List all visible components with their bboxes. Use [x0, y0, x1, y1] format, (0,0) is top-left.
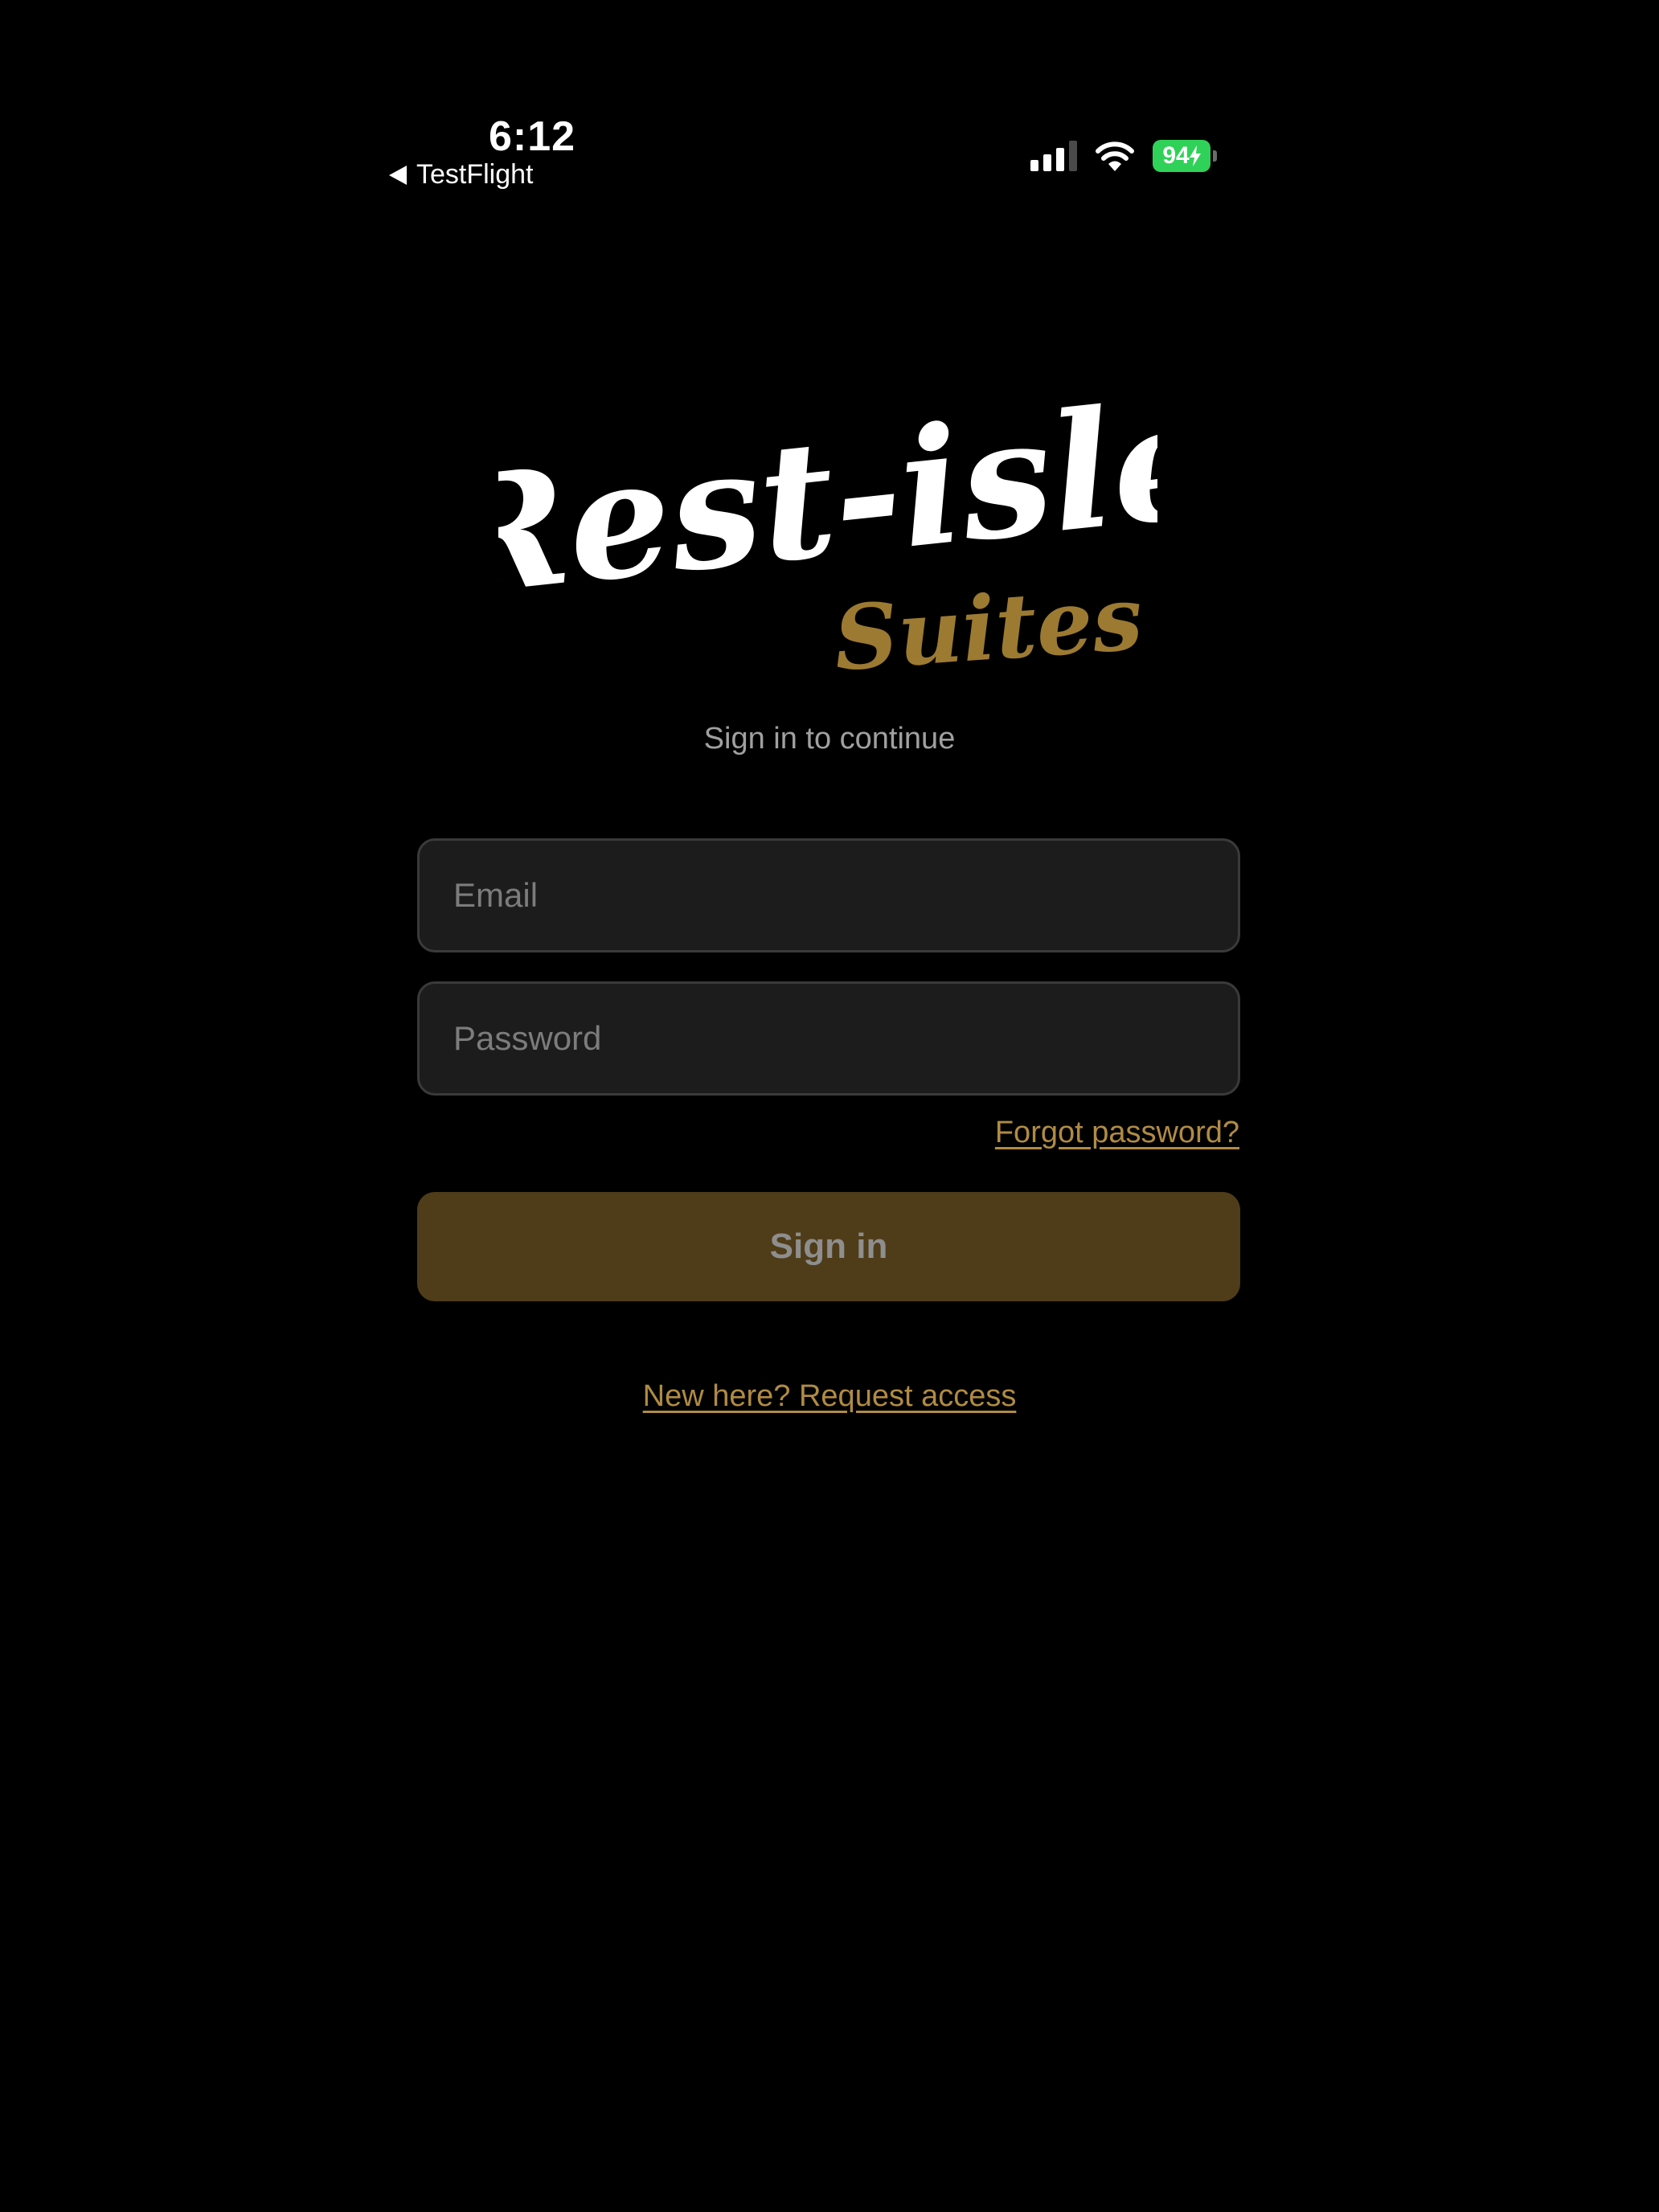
- back-arrow-icon: [389, 165, 407, 185]
- rest-isle-suites-logo: Rest-isle Suites: [498, 370, 1157, 690]
- cellular-signal-icon: [1030, 141, 1077, 171]
- back-label: TestFlight: [416, 159, 534, 190]
- request-access-link[interactable]: New here? Request access: [643, 1379, 1017, 1413]
- forgot-password-link[interactable]: Forgot password?: [995, 1116, 1239, 1150]
- email-field[interactable]: [417, 838, 1240, 952]
- status-time: 6:12: [489, 113, 576, 160]
- status-indicators: 94: [1030, 140, 1217, 172]
- battery-level: 94: [1162, 142, 1190, 169]
- charging-bolt-icon: [1189, 145, 1201, 166]
- battery-icon: 94: [1153, 140, 1217, 172]
- logo-secondary-text: Suites: [830, 566, 1145, 690]
- battery-cap: [1213, 150, 1217, 162]
- password-field[interactable]: [417, 981, 1240, 1096]
- signin-subtitle: Sign in to continue: [703, 722, 956, 756]
- request-access-row: New here? Request access: [0, 1379, 1659, 1414]
- sign-in-button[interactable]: Sign in: [417, 1192, 1240, 1301]
- wifi-icon: [1096, 141, 1134, 171]
- back-to-testflight[interactable]: TestFlight: [389, 159, 534, 190]
